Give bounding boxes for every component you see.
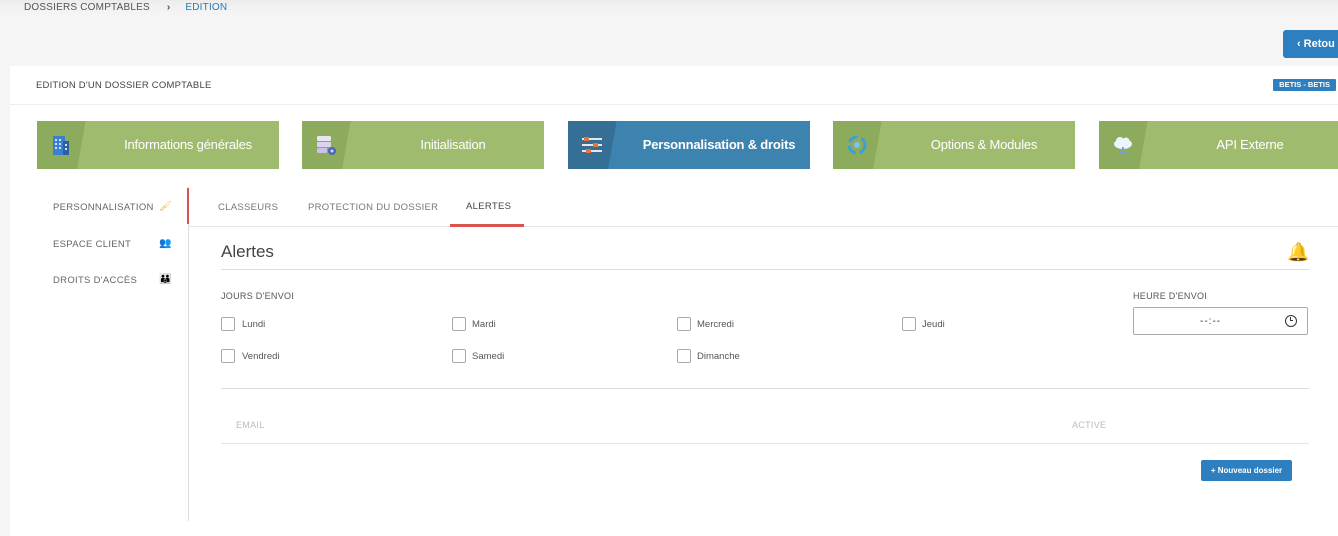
checkbox-label: Lundi — [242, 319, 266, 330]
table-divider — [221, 443, 1309, 444]
divider — [221, 269, 1309, 270]
section-title: Alertes — [221, 242, 274, 261]
breadcrumb-item-dossiers[interactable]: DOSSIERS COMPTABLES — [24, 2, 150, 13]
time-input[interactable]: --:-- — [1133, 307, 1308, 335]
column-header-email: EMAIL — [236, 420, 265, 430]
checkbox-label: Samedi — [472, 351, 505, 362]
sidenav-item-label: ESPACE CLIENT — [53, 239, 132, 250]
breadcrumb-item-edition: EDITION — [185, 2, 228, 13]
checkbox-label: Dimanche — [697, 351, 740, 362]
column-header-active: ACTIVE — [1072, 420, 1107, 430]
active-subtab-underline — [450, 224, 524, 227]
checkbox-label: Vendredi — [242, 351, 280, 362]
client-badge: BETIS - BETIS — [1273, 79, 1336, 91]
side-nav: PERSONNALISATION 🖌 ESPACE CLIENT 👥 DROIT… — [10, 186, 189, 521]
tab-informations-generales[interactable]: Informations générales — [37, 121, 279, 169]
time-value: --:-- — [1200, 316, 1222, 327]
tab-label: Options & Modules — [930, 137, 1038, 152]
checkbox-mardi[interactable] — [452, 317, 466, 331]
sidenav-item-personnalisation[interactable]: PERSONNALISATION 🖌 — [53, 201, 172, 213]
days-label: JOURS D'ENVOI — [221, 291, 295, 301]
people-icon: 👪 — [159, 274, 172, 285]
breadcrumb-separator: › — [166, 2, 171, 13]
breadcrumb: DOSSIERS COMPTABLES › EDITION — [24, 2, 227, 13]
sidenav-item-label: PERSONNALISATION — [53, 202, 154, 213]
sub-tabs: CLASSEURS PROTECTION DU DOSSIER ALERTES — [188, 186, 1338, 227]
checkbox-label: Mardi — [472, 319, 496, 330]
checkbox-samedi[interactable] — [452, 349, 466, 363]
server-gear-icon — [317, 136, 336, 155]
clock-icon[interactable] — [1285, 315, 1297, 327]
checkbox-vendredi[interactable] — [221, 349, 235, 363]
bell-icon: 🔔 — [1287, 242, 1310, 262]
tab-label: Personnalisation & droits — [642, 137, 796, 152]
checkbox-label: Jeudi — [922, 319, 945, 330]
users-icon: 👥 — [159, 238, 172, 249]
brush-icon: 🖌 — [159, 201, 172, 212]
subtab-alertes[interactable]: ALERTES — [466, 201, 511, 212]
new-dossier-button[interactable]: + Nouveau dossier — [1201, 460, 1292, 481]
building-icon — [53, 136, 69, 155]
back-button-label: Retou — [1303, 38, 1335, 50]
subtab-protection[interactable]: PROTECTION DU DOSSIER — [308, 202, 438, 213]
tab-personnalisation-droits[interactable]: Personnalisation & droits — [568, 121, 810, 169]
top-bar: DOSSIERS COMPTABLES › EDITION — [0, 0, 1338, 18]
chevron-left-icon: ‹ — [1297, 38, 1301, 50]
back-button[interactable]: ‹ Retou — [1283, 30, 1338, 58]
cloud-icon — [1114, 137, 1132, 154]
tab-api-externe[interactable]: API Externe — [1099, 121, 1338, 169]
tab-label: Informations générales — [124, 137, 252, 152]
subtab-classeurs[interactable]: CLASSEURS — [218, 202, 278, 213]
checkbox-dimanche[interactable] — [677, 349, 691, 363]
time-label: HEURE D'ENVOI — [1133, 291, 1208, 301]
tab-label: Initialisation — [420, 137, 486, 152]
recycle-icon — [847, 135, 867, 155]
checkbox-lundi[interactable] — [221, 317, 235, 331]
checkbox-label: Mercredi — [697, 319, 734, 330]
checkbox-jeudi[interactable] — [902, 317, 916, 331]
checkbox-mercredi[interactable] — [677, 317, 691, 331]
sliders-icon — [582, 137, 602, 153]
tab-initialisation[interactable]: Initialisation — [302, 121, 544, 169]
main-panel: EDITION D'UN DOSSIER COMPTABLE BETIS - B… — [10, 66, 1338, 536]
panel-title: EDITION D'UN DOSSIER COMPTABLE — [36, 80, 212, 91]
tab-label: API Externe — [1216, 137, 1284, 152]
tab-options-modules[interactable]: Options & Modules — [833, 121, 1075, 169]
sidenav-item-espace-client[interactable]: ESPACE CLIENT 👥 — [53, 238, 171, 250]
sidenav-item-label: DROITS D'ACCÈS — [53, 275, 138, 286]
sidenav-item-droits-acces[interactable]: DROITS D'ACCÈS 👪 — [53, 274, 171, 286]
divider — [10, 104, 1338, 105]
divider — [221, 388, 1309, 389]
